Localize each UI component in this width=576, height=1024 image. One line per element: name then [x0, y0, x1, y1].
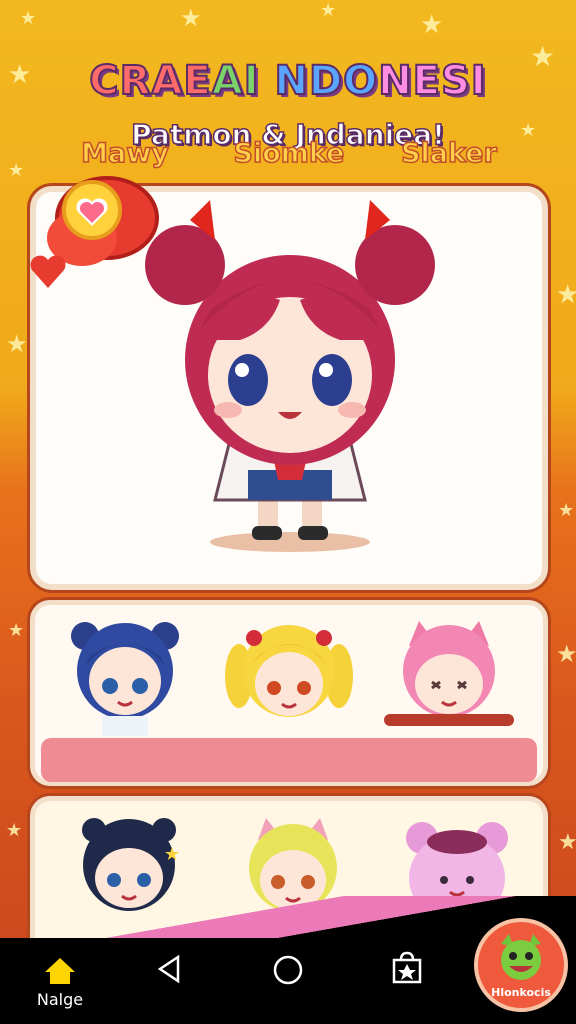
home-icon — [45, 958, 75, 984]
character-mawy[interactable] — [60, 616, 190, 736]
svg-text:★: ★ — [164, 844, 180, 865]
app-badge-label: Hlonkocis — [491, 986, 551, 999]
nav-home-label: Nalge — [36, 990, 84, 1009]
back-triangle-icon[interactable] — [156, 954, 182, 984]
app-badge-button[interactable]: Hlonkocis — [474, 918, 568, 1012]
character-name-slaker: Slaker — [400, 137, 497, 170]
character-slaker[interactable] — [384, 616, 514, 736]
nav-home-button[interactable]: Nalge — [30, 956, 90, 1009]
character-name-siomke: Siomke — [233, 137, 345, 170]
featured-character-illustration — [145, 200, 435, 552]
shopping-bag-icon[interactable] — [390, 950, 424, 984]
home-circle-icon[interactable] — [272, 954, 304, 986]
character-name-mawy: Mawy — [80, 137, 169, 170]
monster-face-icon — [501, 934, 541, 980]
name-band — [41, 738, 537, 782]
character-siomke[interactable] — [224, 616, 354, 736]
app-title: CRAEAI NDONESI — [88, 57, 487, 105]
